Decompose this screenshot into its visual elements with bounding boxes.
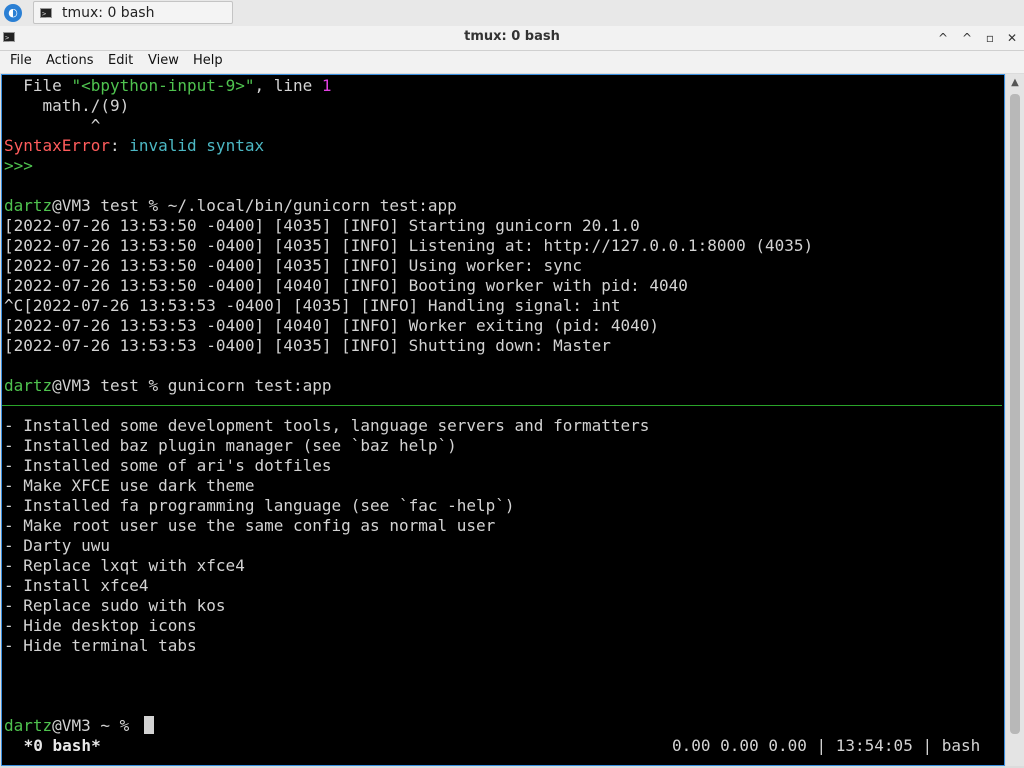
error-separator: : [109, 136, 130, 155]
traceback-file-name: "<bpython-input-9>" [71, 76, 255, 95]
scrollbar-thumb[interactable] [1010, 94, 1020, 734]
restore-button[interactable]: ▫ [981, 29, 999, 47]
shell-prompt-line: dartz@VM3 test % ~/.local/bin/gunicorn t… [4, 196, 457, 216]
traceback-line-number: 1 [321, 76, 332, 95]
changelog-line: - Install xfce4 [4, 576, 149, 595]
menu-help[interactable]: Help [193, 53, 223, 68]
changelog-line: - Hide terminal tabs [4, 636, 197, 655]
shell-prompt-line[interactable]: dartz@VM3 ~ % [4, 716, 139, 736]
prompt-command: @VM3 test % ~/.local/bin/gunicorn test:a… [52, 196, 457, 215]
menu-edit[interactable]: Edit [108, 53, 133, 68]
log-line: [2022-07-26 13:53:53 -0400] [4035] [INFO… [4, 336, 611, 355]
changelog-line: - Installed baz plugin manager (see `baz… [4, 436, 457, 455]
prompt-user: dartz [4, 376, 53, 395]
traceback-line-text: , line [254, 76, 322, 95]
log-line: [2022-07-26 13:53:50 -0400] [4035] [INFO… [4, 256, 582, 275]
scrollbar[interactable]: ▲ [1006, 74, 1024, 766]
menubar: File Actions Edit View Help [0, 51, 1024, 73]
scroll-up-icon[interactable]: ▲ [1006, 74, 1024, 92]
prompt-command: @VM3 test % gunicorn test:app [52, 376, 332, 395]
terminal-cursor [144, 716, 154, 734]
log-line: [2022-07-26 13:53:50 -0400] [4035] [INFO… [4, 236, 814, 255]
changelog-line: - Make root user use the same config as … [4, 516, 496, 535]
error-name: SyntaxError [4, 136, 110, 155]
maximize-button[interactable]: ^ [958, 29, 976, 47]
menu-actions[interactable]: Actions [46, 53, 94, 68]
changelog-line: - Installed fa programming language (see… [4, 496, 515, 515]
changelog-line: - Make XFCE use dark theme [4, 476, 255, 495]
terminal-icon: >_ [40, 8, 52, 18]
changelog-line: - Replace sudo with kos [4, 596, 226, 615]
tmux-pane-divider[interactable] [2, 405, 1002, 406]
minimize-button[interactable]: ^ [934, 29, 952, 47]
error-message: invalid syntax [129, 136, 265, 155]
traceback-code-line: math./(9) [4, 96, 130, 115]
syntax-error-line: SyntaxError: invalid syntax [4, 136, 264, 156]
menu-view[interactable]: View [148, 53, 179, 68]
window-title: tmux: 0 bash [464, 29, 560, 44]
taskbar-window-label: tmux: 0 bash [62, 5, 155, 21]
shell-prompt-line: dartz@VM3 test % gunicorn test:app [4, 376, 332, 396]
changelog-line: - Darty uwu [4, 536, 110, 555]
changelog-line: - Replace lxqt with xfce4 [4, 556, 245, 575]
prompt-user: dartz [4, 716, 53, 735]
log-line: [2022-07-26 13:53:53 -0400] [4040] [INFO… [4, 316, 660, 335]
changelog-line: - Hide desktop icons [4, 616, 197, 635]
traceback-file-line: File "<bpython-input-9>", line 1 [4, 76, 332, 96]
repl-prompt: >>> [4, 156, 33, 175]
changelog-line: - Installed some development tools, lang… [4, 416, 650, 435]
app-menu-logo-icon[interactable]: ◐ [4, 4, 22, 22]
tmux-window-indicator[interactable]: *0 bash* [14, 736, 101, 756]
log-line: [2022-07-26 13:53:50 -0400] [4040] [INFO… [4, 276, 688, 295]
terminal-area[interactable]: File "<bpython-input-9>", line 1 math./(… [1, 74, 1005, 766]
log-line: ^C[2022-07-26 13:53:53 -0400] [4035] [IN… [4, 296, 621, 315]
close-button[interactable]: ✕ [1003, 29, 1021, 47]
changelog-line: - Installed some of ari's dotfiles [4, 456, 332, 475]
taskbar: ◐ >_ tmux: 0 bash [0, 0, 1024, 27]
log-line: [2022-07-26 13:53:50 -0400] [4035] [INFO… [4, 216, 640, 235]
prompt-user: dartz [4, 196, 53, 215]
window-titlebar[interactable]: >_ tmux: 0 bash ^ ^ ▫ ✕ [0, 26, 1024, 51]
prompt-host: @VM3 ~ % [52, 716, 139, 735]
traceback-caret-line: ^ [4, 116, 101, 135]
taskbar-window-button[interactable]: >_ tmux: 0 bash [33, 1, 233, 24]
tmux-status-right: 0.00 0.00 0.00 | 13:54:05 | bash [672, 736, 981, 755]
traceback-file-prefix: File [4, 76, 72, 95]
menu-file[interactable]: File [10, 53, 32, 68]
